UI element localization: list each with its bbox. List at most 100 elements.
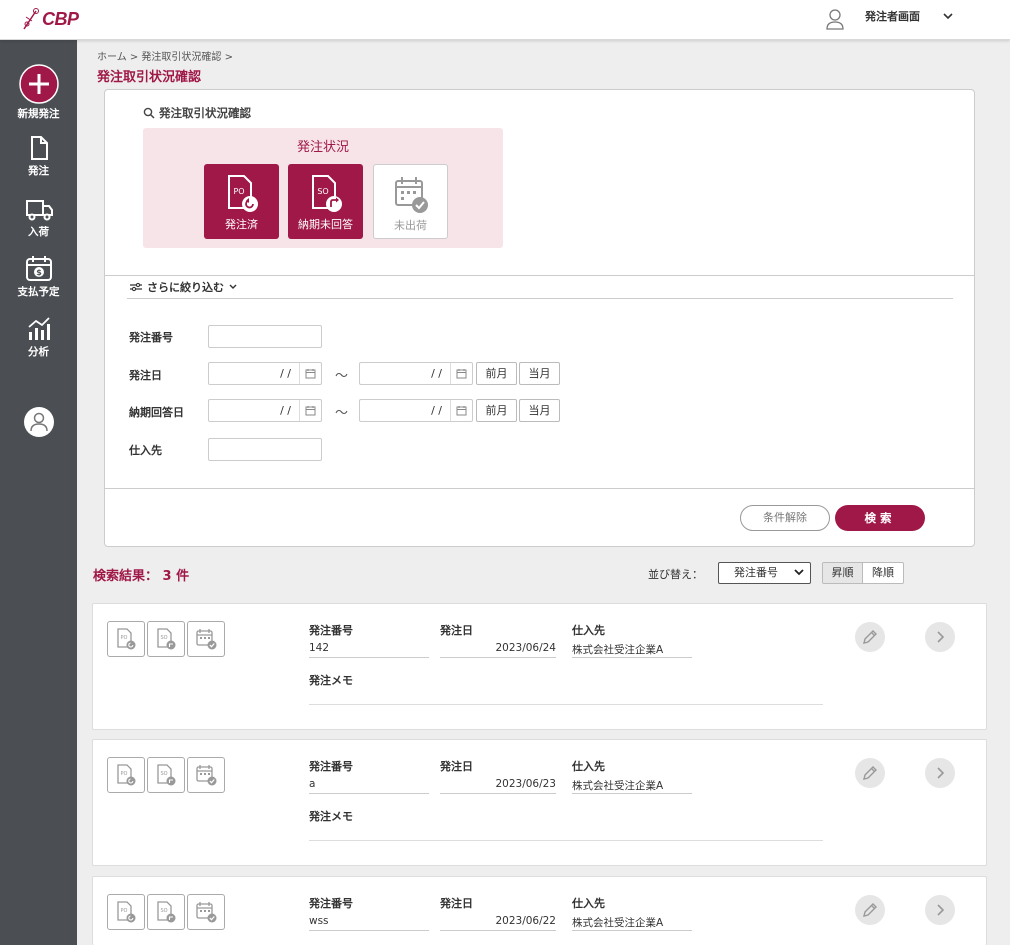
chevron-right-icon [937, 904, 945, 916]
sort-selected-value: 発注番号 [734, 566, 778, 579]
so-status-icon: SO [147, 621, 185, 657]
shipment-status-icon [187, 757, 225, 793]
descending-button[interactable]: 降順 [863, 563, 903, 583]
search-panel: 発注取引状況確認 発注状況 PO 発注済 SO 納期未回答 未出荷 さらに絞り込… [104, 89, 975, 547]
panel-divider [105, 275, 974, 276]
sort-select[interactable]: 発注番号 [718, 562, 811, 584]
status-title: 発注状況 [296, 140, 349, 155]
pencil-icon [863, 766, 877, 780]
order-date-label: 発注日 [440, 624, 473, 637]
sidebar: 新規発注 発注 入荷 $ 支払予定 分析 [0, 40, 77, 945]
detail-button[interactable] [925, 895, 955, 925]
delivery-date-this-month-button[interactable]: 当月 [519, 399, 560, 422]
svg-text:PO: PO [121, 908, 128, 914]
sidebar-item-arrivals[interactable]: 入荷 [0, 196, 77, 239]
order-number-label: 発注番号 [309, 897, 353, 910]
delivery-answer-date-label: 納期回答日 [129, 406, 184, 419]
supplier-label: 仕入先 [572, 624, 605, 637]
memo-label: 発注メモ [309, 810, 353, 823]
calendar-icon[interactable] [299, 363, 321, 384]
order-number-input[interactable] [208, 325, 322, 348]
clear-conditions-button[interactable]: 条件解除 [740, 505, 830, 531]
sidebar-item-label: 発注 [28, 165, 49, 177]
status-unanswered-button[interactable]: SO 納期未回答 [288, 164, 363, 239]
calendar-icon[interactable] [299, 400, 321, 421]
ascending-button[interactable]: 昇順 [823, 563, 863, 583]
calendar-check-icon [394, 177, 428, 213]
calendar-icon[interactable] [450, 400, 472, 421]
so-status-icon: SO [147, 757, 185, 793]
delivery-date-to-input[interactable]: / / [359, 399, 473, 422]
card-status-icons: PO SO [107, 621, 225, 657]
sidebar-item-payment-schedule[interactable]: $ 支払予定 [0, 254, 77, 299]
po-status-icon: PO [107, 621, 145, 657]
range-tilde: ～ [335, 406, 349, 421]
search-title-text: 発注取引状況確認 [159, 106, 251, 120]
user-icon [826, 9, 844, 30]
avatar-icon [23, 407, 54, 437]
calendar-icon[interactable] [450, 363, 472, 384]
shipment-status-icon [187, 621, 225, 657]
order-number-value: wss [309, 915, 429, 931]
document-icon [30, 136, 48, 160]
so-status-icon: SO [147, 894, 185, 930]
search-icon [143, 107, 155, 119]
truck-icon [25, 200, 53, 221]
po-status-icon: PO [107, 757, 145, 793]
chevron-right-icon [937, 767, 945, 779]
order-date-label: 発注日 [440, 897, 473, 910]
order-date-from-input[interactable]: / / [208, 362, 322, 385]
edit-button[interactable] [855, 895, 885, 925]
status-unshipped-button[interactable]: 未出荷 [373, 164, 448, 239]
filter-toggle[interactable]: さらに絞り込む [129, 279, 238, 295]
supplier-label: 仕入先 [572, 760, 605, 773]
sidebar-item-label: 支払予定 [17, 286, 60, 298]
order-number-label: 発注番号 [129, 331, 173, 344]
order-date-value: 2023/06/23 [440, 778, 556, 794]
supplier-input[interactable] [208, 438, 322, 461]
results-count: 検索結果： 3 件 [93, 569, 190, 584]
sidebar-item-orders[interactable]: 発注 [0, 135, 77, 178]
breadcrumb[interactable]: ホーム > 発注取引状況確認 > [97, 48, 233, 63]
sidebar-item-new-order[interactable]: 新規発注 [0, 64, 77, 121]
result-card: PO SO 発注番号 a 発注日 2023/06/23 仕入先 株式会社受注企業… [92, 739, 987, 866]
sidebar-profile[interactable] [0, 406, 77, 440]
chevron-down-icon[interactable] [942, 10, 954, 22]
memo-value [309, 704, 823, 705]
result-card: PO SO 発注番号 142 発注日 2023/06/24 仕入先 株式会社受注… [92, 603, 987, 730]
order-date-prev-month-button[interactable]: 前月 [476, 362, 517, 385]
sidebar-item-label: 入荷 [28, 226, 49, 238]
order-date-to-input[interactable]: / / [359, 362, 473, 385]
filter-toggle-label: さらに絞り込む [147, 281, 224, 294]
memo-value [309, 840, 823, 841]
status-ordered-button[interactable]: PO 発注済 [204, 164, 279, 239]
date-placeholder: / / [431, 367, 442, 380]
sidebar-item-analytics[interactable]: 分析 [0, 316, 77, 359]
logo[interactable]: CBP [22, 7, 79, 31]
chevron-down-icon [229, 284, 237, 289]
detail-button[interactable] [925, 758, 955, 788]
user-menu[interactable]: 発注者画面 [826, 8, 954, 30]
chevron-right-icon [937, 631, 945, 643]
page-title: 発注取引状況確認 [97, 70, 202, 85]
svg-text:SO: SO [317, 187, 328, 196]
result-card: PO SO 発注番号 wss 発注日 2023/06/22 仕入先 株式会社受注… [92, 876, 987, 945]
detail-button[interactable] [925, 622, 955, 652]
delivery-date-from-input[interactable]: / / [208, 399, 322, 422]
po-document-icon: PO [227, 175, 258, 212]
delivery-date-prev-month-button[interactable]: 前月 [476, 399, 517, 422]
date-placeholder: / / [280, 367, 291, 380]
search-button[interactable]: 検索 [835, 505, 925, 531]
date-placeholder: / / [280, 404, 291, 417]
sort-label: 並び替え： [648, 568, 703, 581]
memo-label: 発注メモ [309, 674, 353, 687]
shipment-status-icon [187, 894, 225, 930]
calendar-dollar-icon: $ [25, 256, 52, 281]
logo-text: CBP [42, 8, 79, 29]
order-date-this-month-button[interactable]: 当月 [519, 362, 560, 385]
edit-button[interactable] [855, 622, 885, 652]
top-bar: CBP 発注者画面 [0, 0, 1010, 40]
svg-text:SO: SO [160, 635, 167, 641]
supplier-value: 株式会社受注企業A [572, 778, 692, 794]
edit-button[interactable] [855, 758, 885, 788]
